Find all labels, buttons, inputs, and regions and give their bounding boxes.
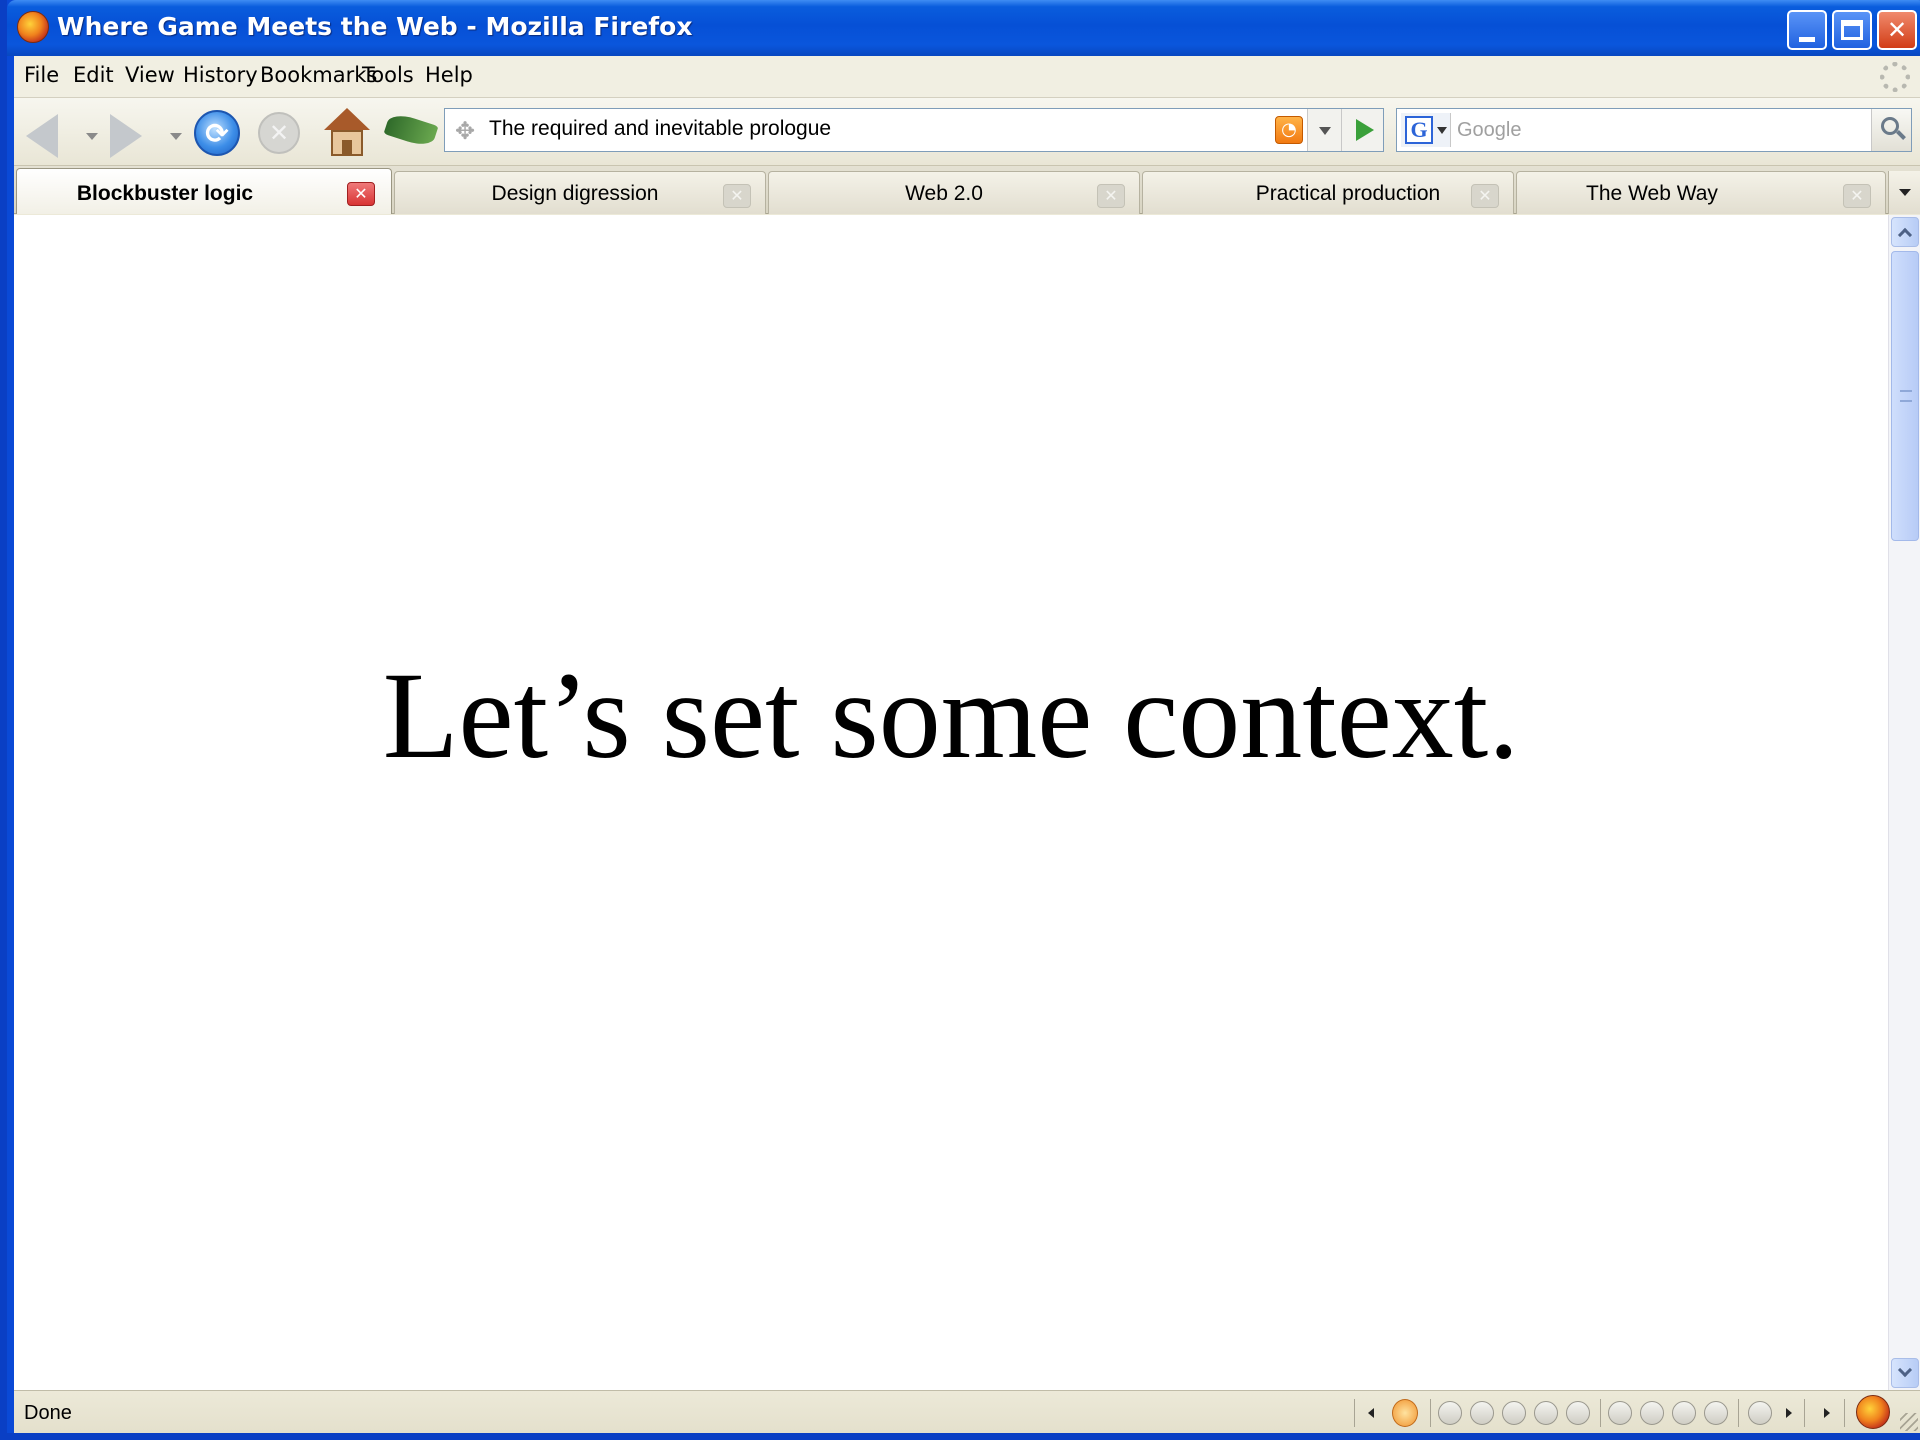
stop-media-icon[interactable]: [1534, 1401, 1558, 1425]
chevron-down-icon: [1437, 127, 1447, 134]
separator: [1430, 1399, 1431, 1427]
tab-close-icon[interactable]: ✕: [1843, 184, 1871, 208]
menu-tools[interactable]: Tools: [362, 63, 414, 87]
tab-close-icon[interactable]: ✕: [723, 184, 751, 208]
client-area: File Edit View History Bookmarks Tools H…: [14, 56, 1920, 1433]
menu-history[interactable]: History: [183, 63, 258, 87]
search-input[interactable]: [1457, 113, 1847, 147]
menu-bookmarks[interactable]: Bookmarks: [260, 63, 377, 87]
firefox-logo-icon: [17, 11, 49, 43]
pause-icon[interactable]: [1502, 1401, 1526, 1425]
scroll-up-button[interactable]: [1891, 217, 1919, 247]
vertical-scrollbar[interactable]: [1888, 215, 1920, 1390]
expand-icon[interactable]: [1824, 1408, 1830, 1418]
chevron-down-icon: [1897, 1362, 1913, 1378]
forward-history-dropdown-icon[interactable]: [170, 133, 182, 140]
tab-close-icon[interactable]: ✕: [347, 182, 375, 206]
next-track-icon[interactable]: [1566, 1401, 1590, 1425]
tab-web-2-0[interactable]: Web 2.0 ✕: [768, 171, 1140, 214]
site-identity-icon: ✥: [454, 117, 476, 145]
scroll-right-icon[interactable]: [1786, 1408, 1792, 1418]
url-input[interactable]: The required and inevitable prologue: [489, 117, 831, 141]
google-icon: G: [1405, 116, 1433, 144]
chevron-down-icon: [1899, 189, 1911, 196]
tab-list-button[interactable]: [1888, 171, 1920, 214]
back-history-dropdown-icon[interactable]: [86, 133, 98, 140]
home-roof: [324, 108, 370, 130]
magnifier-handle: [1896, 130, 1906, 140]
go-button[interactable]: [1341, 109, 1383, 151]
music-note-icon[interactable]: [1392, 1399, 1418, 1427]
url-history-dropdown[interactable]: [1307, 109, 1341, 151]
maximize-icon: [1841, 20, 1863, 40]
tab-close-icon[interactable]: ✕: [1097, 184, 1125, 208]
separator: [1804, 1399, 1805, 1427]
home-icon[interactable]: [324, 108, 370, 156]
chevron-down-icon: [1319, 127, 1331, 135]
volume-down-icon[interactable]: [1704, 1401, 1728, 1425]
status-bar: Done: [14, 1390, 1920, 1433]
menu-edit[interactable]: Edit: [73, 63, 114, 87]
minimize-icon: [1799, 36, 1815, 42]
tab-label: Blockbuster logic: [76, 182, 254, 205]
tab-label: Web 2.0: [905, 182, 983, 205]
mute-icon[interactable]: [1748, 1401, 1772, 1425]
separator: [1354, 1399, 1355, 1427]
tab-label: Design digression: [491, 182, 659, 205]
tab-blockbuster-logic[interactable]: Blockbuster logic ✕: [16, 168, 392, 214]
go-arrow-icon: [1356, 119, 1374, 141]
page-content: Let’s set some context.: [14, 215, 1888, 1390]
close-icon: ✕: [1886, 16, 1908, 44]
volume-up-icon[interactable]: [1672, 1401, 1696, 1425]
firefox-logo-icon[interactable]: [1856, 1395, 1890, 1429]
previous-track-icon[interactable]: [1438, 1401, 1462, 1425]
music-note-icon[interactable]: [1608, 1401, 1632, 1425]
activity-throbber-icon: [1880, 62, 1910, 92]
window-title: Where Game Meets the Web - Mozilla Firef…: [57, 12, 693, 41]
tab-label: The Web Way: [1586, 182, 1718, 205]
grip-icon: [1900, 390, 1912, 402]
scroll-thumb[interactable]: [1891, 251, 1919, 541]
tab-practical-production[interactable]: Practical production ✕: [1142, 171, 1514, 214]
minimize-button[interactable]: [1787, 10, 1827, 50]
tab-design-digression[interactable]: Design digression ✕: [394, 171, 766, 214]
url-bar[interactable]: ✥ The required and inevitable prologue ◔: [444, 108, 1384, 152]
tab-close-icon[interactable]: ✕: [1471, 184, 1499, 208]
play-icon[interactable]: [1470, 1401, 1494, 1425]
browser-window: Where Game Meets the Web - Mozilla Firef…: [0, 0, 1920, 1440]
scroll-down-button[interactable]: [1891, 1358, 1919, 1388]
slide-heading: Let’s set some context.: [382, 647, 1520, 784]
tab-the-web-way[interactable]: The Web Way ✕: [1516, 171, 1886, 214]
menu-help[interactable]: Help: [425, 63, 473, 87]
tab-strip: Blockbuster logic ✕ Design digression ✕ …: [14, 166, 1920, 214]
menu-bar: File Edit View History Bookmarks Tools H…: [14, 56, 1920, 98]
back-arrow-icon[interactable]: [26, 114, 58, 158]
reload-icon[interactable]: ⟳: [194, 110, 240, 156]
search-button[interactable]: [1871, 109, 1911, 151]
title-bar[interactable]: Where Game Meets the Web - Mozilla Firef…: [7, 0, 1920, 56]
resize-grip[interactable]: [1900, 1413, 1918, 1431]
separator: [1600, 1399, 1601, 1427]
stop-icon[interactable]: ✕: [258, 112, 300, 154]
home-door: [342, 140, 352, 156]
menu-file[interactable]: File: [24, 63, 59, 87]
media-player-controls: [1354, 1397, 1874, 1429]
maximize-button[interactable]: [1832, 10, 1872, 50]
separator: [1844, 1399, 1845, 1427]
chevron-up-icon: [1897, 227, 1913, 243]
menu-view[interactable]: View: [125, 63, 175, 87]
close-window-button[interactable]: ✕: [1877, 10, 1917, 50]
search-engine-selector[interactable]: G: [1401, 113, 1451, 147]
eject-icon[interactable]: [1640, 1401, 1664, 1425]
rss-feed-icon[interactable]: ◔: [1275, 116, 1303, 144]
navigation-toolbar: ⟳ ✕ ✥ The required and inevitable prolog…: [14, 98, 1920, 166]
separator: [1738, 1399, 1739, 1427]
search-bar: G: [1396, 108, 1912, 152]
status-text: Done: [24, 1402, 72, 1424]
forward-arrow-icon[interactable]: [110, 114, 142, 158]
scroll-left-icon[interactable]: [1368, 1408, 1374, 1418]
leaf-extension-icon[interactable]: [383, 110, 439, 150]
